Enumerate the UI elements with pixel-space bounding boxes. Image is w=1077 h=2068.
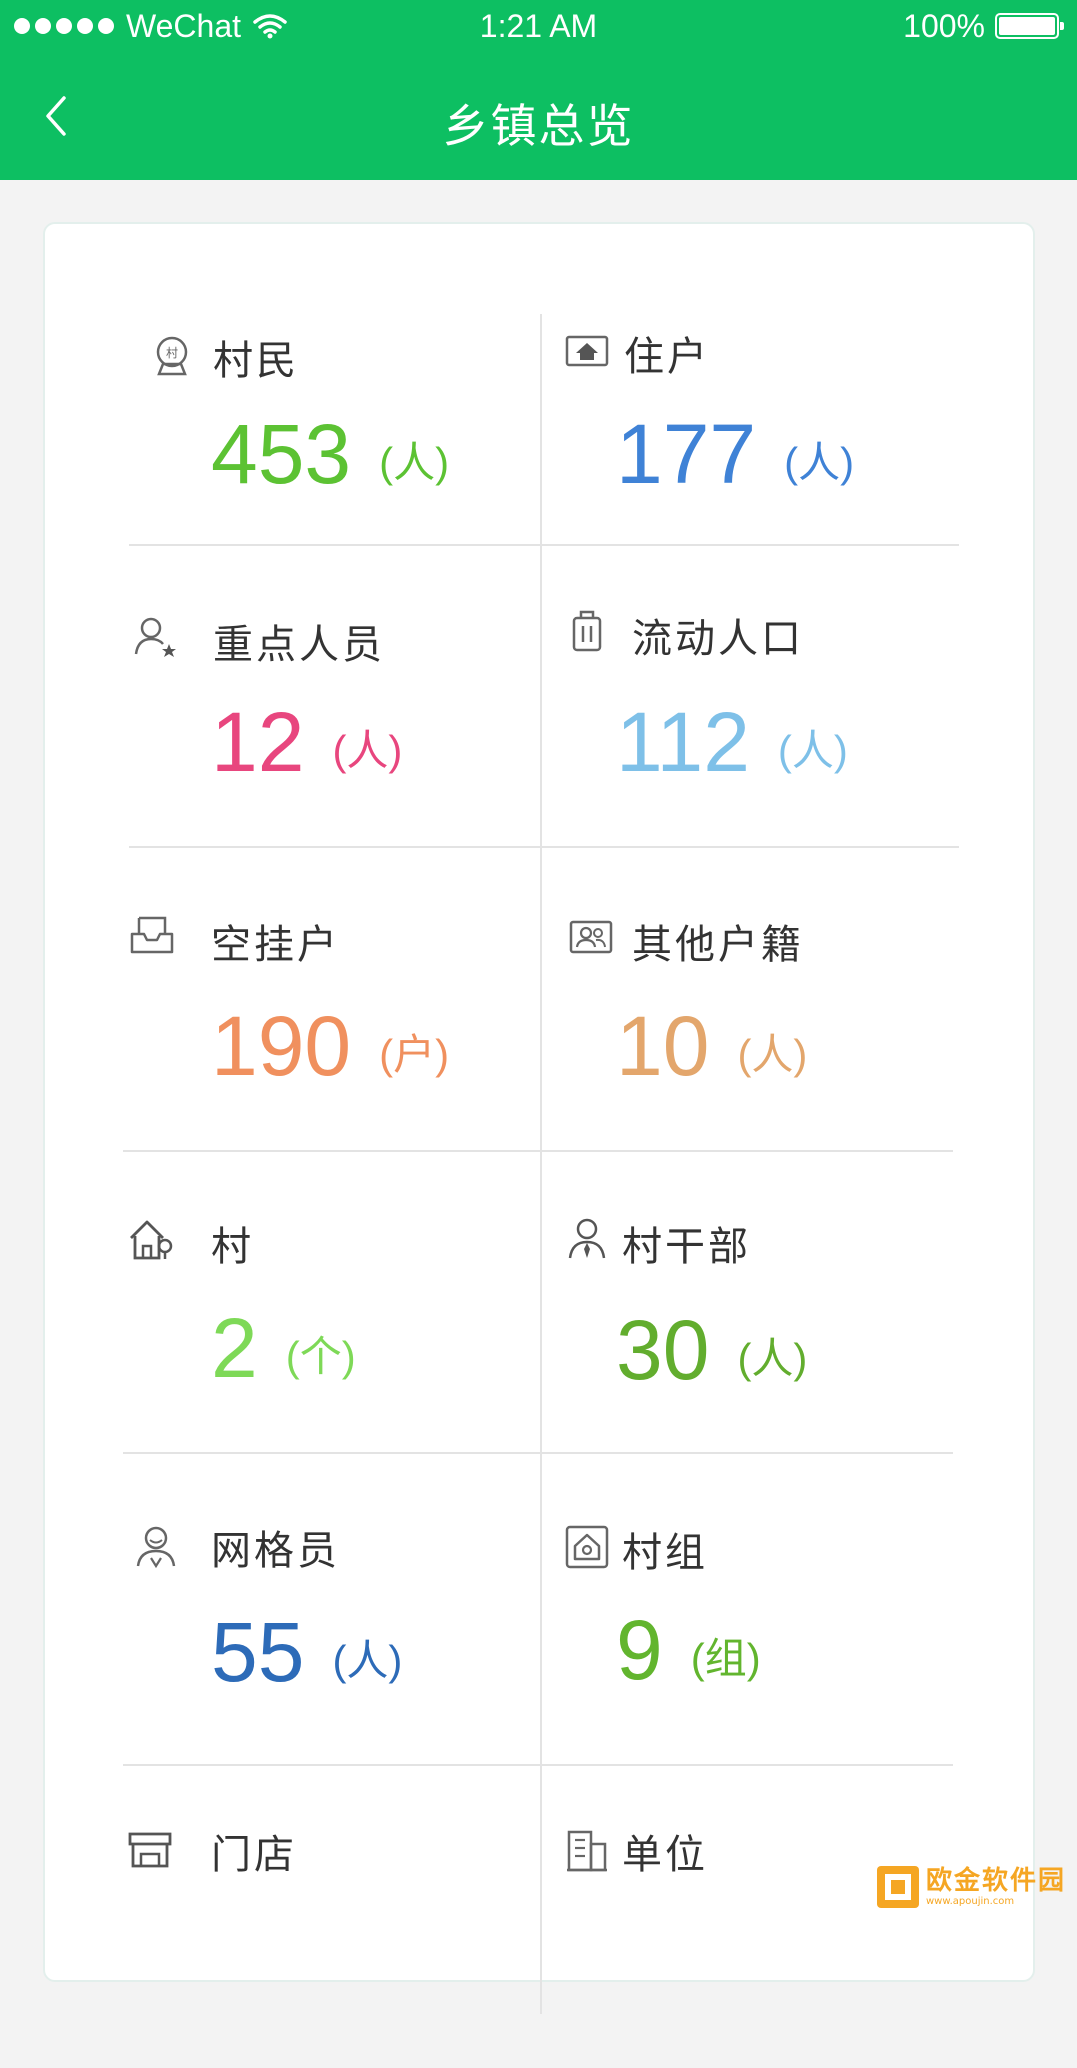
stat-label: 重点人员: [213, 622, 385, 668]
overview-card: 村 村民 453 (人) 住户 177 (人) 重点人员 12 (人) 流动人口 11…: [43, 222, 1035, 2014]
stat-unit: (户): [379, 1031, 450, 1078]
luggage-icon: [564, 608, 610, 654]
store-icon: [127, 1826, 173, 1872]
stat-value: 12 (人): [211, 695, 403, 789]
stat-label: 单位: [622, 1832, 708, 1878]
watermark-text: 欧金软件园: [926, 1866, 1067, 1896]
stat-cell-villagers[interactable]: 村 村民 453 (人): [45, 244, 540, 546]
stat-value: 112 (人): [616, 695, 848, 789]
stat-value: 453 (人): [211, 407, 450, 501]
id-card-icon: [568, 914, 614, 960]
stat-cell-floating-population[interactable]: 流动人口 112 (人): [540, 546, 1035, 848]
stat-label: 其他户籍: [632, 922, 804, 968]
village-seal-icon: 村: [149, 332, 195, 378]
wifi-icon: [253, 14, 287, 39]
stat-unit: (人): [379, 439, 450, 486]
stat-unit: (人): [784, 439, 855, 486]
status-bar-right: 100%: [903, 7, 1064, 45]
stat-unit: (人): [332, 727, 403, 774]
watermark: 欧金软件园 www.apoujin.com: [876, 1862, 1071, 1912]
battery-icon: [995, 13, 1064, 39]
stat-cell-other-registry[interactable]: 其他户籍 10 (人): [540, 848, 1035, 1150]
stat-cell-key-persons[interactable]: 重点人员 12 (人): [45, 546, 540, 848]
stat-cell-households[interactable]: 住户 177 (人): [540, 244, 1035, 546]
user-tie-icon: [564, 1216, 610, 1262]
stat-label: 村: [211, 1224, 254, 1270]
stat-unit: (个): [285, 1333, 356, 1380]
status-bar: WeChat 1:21 AM 100%: [0, 0, 1077, 52]
svg-text:村: 村: [166, 346, 178, 360]
stat-label: 村干部: [622, 1224, 751, 1270]
home-frame-icon: [564, 1524, 610, 1570]
stat-value: 2 (个): [211, 1301, 356, 1395]
stat-cell-vacant-households[interactable]: 空挂户 190 (户): [45, 848, 540, 1150]
user-badge-icon: [133, 1524, 179, 1570]
building-icon: [564, 1828, 610, 1874]
village-house-icon: [127, 1216, 173, 1262]
stat-value: 177 (人): [616, 407, 855, 501]
stat-unit: (人): [332, 1637, 403, 1684]
stat-value: 30 (人): [616, 1303, 808, 1397]
watermark-logo-icon: [877, 1866, 919, 1908]
stat-cell-units[interactable]: 单位: [540, 1766, 1035, 2068]
stat-unit: (人): [777, 727, 848, 774]
stat-cell-grid-workers[interactable]: 网格员 55 (人): [45, 1454, 540, 1756]
stat-label: 空挂户: [211, 922, 340, 968]
signal-strength-icon: [14, 18, 114, 34]
stat-unit: (组): [690, 1635, 761, 1682]
watermark-url: www.apoujin.com: [926, 1896, 1015, 1907]
stat-label: 门店: [211, 1832, 297, 1878]
user-star-icon: [133, 614, 179, 660]
stat-cell-village-groups[interactable]: 村组 9 (组): [540, 1454, 1035, 1756]
stat-value: 55 (人): [211, 1605, 403, 1699]
inbox-icon: [129, 912, 175, 958]
stat-unit: (人): [737, 1031, 808, 1078]
battery-percent: 100%: [903, 7, 985, 44]
nav-bar: 乡镇总览: [0, 52, 1077, 180]
status-bar-left: WeChat: [14, 8, 287, 45]
stat-value: 10 (人): [616, 999, 808, 1093]
stat-cell-villages[interactable]: 村 2 (个): [45, 1152, 540, 1454]
stat-unit: (人): [737, 1335, 808, 1382]
house-sign-icon: [564, 328, 610, 374]
stat-cell-stores[interactable]: 门店: [45, 1766, 540, 2068]
page-title: 乡镇总览: [442, 99, 635, 153]
stat-label: 住户: [624, 334, 710, 380]
stat-label: 流动人口: [632, 616, 804, 662]
stat-value: 190 (户): [211, 999, 450, 1093]
stat-label: 村组: [622, 1530, 708, 1576]
stat-label: 村民: [213, 338, 299, 384]
stat-value: 9 (组): [616, 1603, 761, 1697]
stat-label: 网格员: [211, 1528, 340, 1574]
stat-cell-village-cadres[interactable]: 村干部 30 (人): [540, 1152, 1035, 1454]
carrier-name: WeChat: [126, 7, 242, 44]
